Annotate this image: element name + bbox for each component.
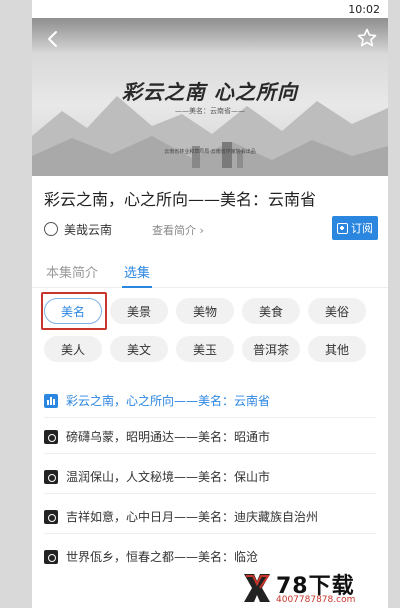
play-icon [44,430,58,444]
tab-episodes[interactable]: 选集 [124,262,150,281]
episode-item[interactable]: 磅礴乌蒙，昭明通达——美名：昭通市 [32,418,388,454]
chip-category[interactable]: 美名 [44,298,102,324]
episode-item[interactable]: 温润保山，人文秘境——美名：保山市 [32,458,388,494]
app-screen: 10:02 彩云之南 心之所向 ——美名：云南省—— 云南省林业和草原局·云南省… [32,0,388,608]
chip-category[interactable]: 美人 [44,336,102,362]
chip-category[interactable]: 普洱茶 [242,336,300,362]
author-avatar-icon[interactable] [44,222,58,236]
subscribe-button[interactable]: 订阅 [332,216,378,240]
episode-title: 彩云之南，心之所向——美名：云南省 [44,190,317,209]
plus-icon [337,222,348,234]
hero-subtitle: ——美名：云南省—— [175,107,245,115]
episode-item-title: 温润保山，人文秘境——美名：保山市 [66,470,271,484]
chip-category[interactable]: 其他 [308,336,366,362]
playing-bars-icon [44,394,58,408]
hero-calligraphy-title: 彩云之南 心之所向 [122,80,298,104]
author-name[interactable]: 美哉云南 [64,221,112,238]
view-intro-link[interactable]: 查看简介 › [152,222,204,238]
chip-category[interactable]: 美玉 [176,336,234,362]
tab-bar: 本集简介 选集 [32,258,388,288]
site-watermark: 78下载 4007787878.com [238,568,388,608]
episode-item-title: 世界佤乡，恒春之都——美名：临沧 [66,550,259,564]
hero-topbar [32,18,388,54]
hero-cover-image: 彩云之南 心之所向 ——美名：云南省—— 云南省林业和草原局·云南省作家协会出品 [32,18,388,176]
chip-category[interactable]: 美景 [110,298,168,324]
tab-active-indicator [122,286,152,288]
status-bar: 10:02 [32,0,388,20]
episode-item-title: 吉祥如意，心中日月——美名：迪庆藏族自治州 [66,510,319,524]
episode-item[interactable]: 吉祥如意，心中日月——美名：迪庆藏族自治州 [32,498,388,534]
chip-category[interactable]: 美食 [242,298,300,324]
play-icon [44,470,58,484]
chip-category[interactable]: 美俗 [308,298,366,324]
author-row: 美哉云南 查看简介 › 订阅 [44,216,378,240]
play-icon [44,550,58,564]
tab-intro[interactable]: 本集简介 [46,262,98,281]
x-logo-icon [244,574,270,602]
play-icon [44,510,58,524]
subscribe-label: 订阅 [351,222,373,235]
episode-item-active[interactable]: 彩云之南，心之所向——美名：云南省 [32,382,388,418]
star-icon[interactable] [356,27,378,49]
episode-item-title: 磅礴乌蒙，昭明通达——美名：昭通市 [66,430,271,444]
watermark-url: 4007787878.com [276,595,356,605]
status-time: 10:02 [348,3,380,16]
episode-item-title: 彩云之南，心之所向——美名：云南省 [66,394,271,408]
hero-caption: 云南省林业和草原局·云南省作家协会出品 [164,149,256,155]
chip-category[interactable]: 美物 [176,298,234,324]
back-arrow-icon[interactable] [42,28,64,50]
chip-category[interactable]: 美文 [110,336,168,362]
